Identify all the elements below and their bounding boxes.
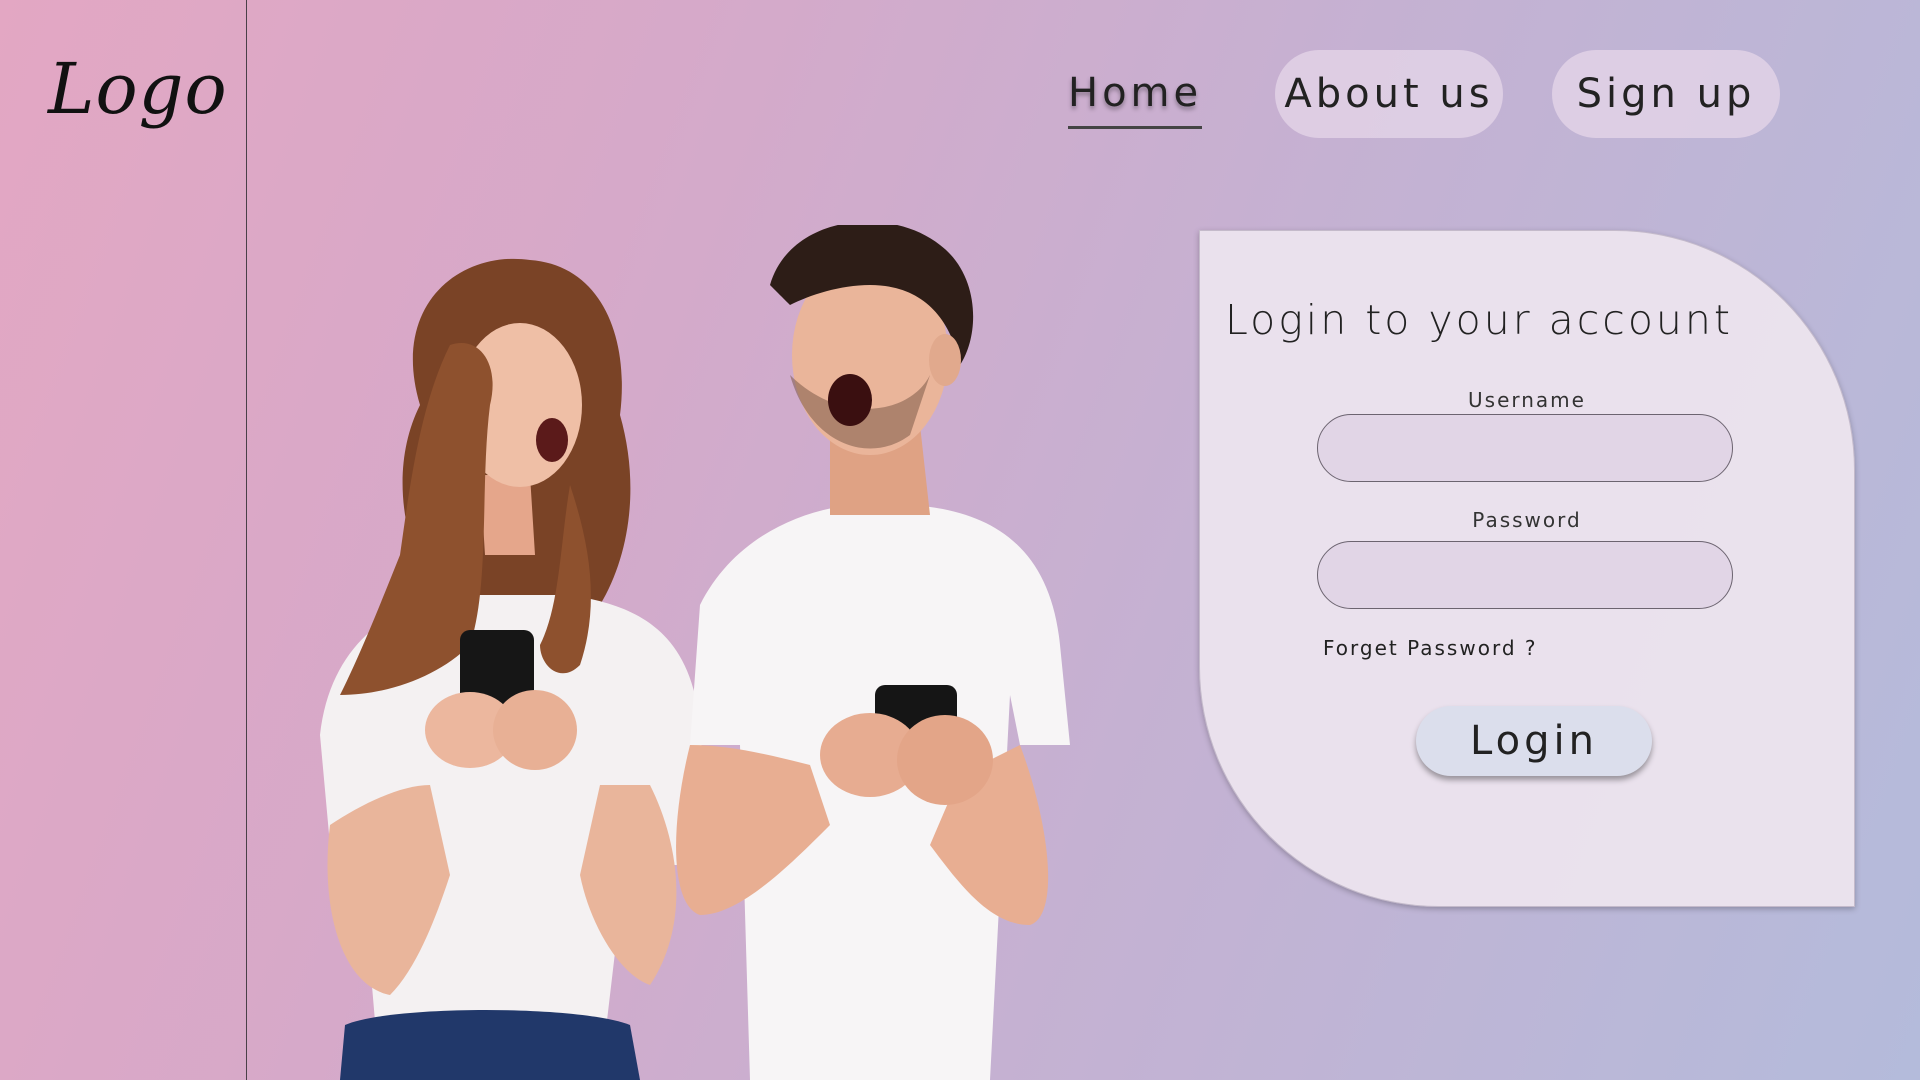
password-input[interactable] — [1317, 541, 1733, 609]
top-nav: Home About us Sign up — [0, 50, 1920, 140]
nav-home-link[interactable]: Home — [1068, 70, 1203, 129]
woman-figure — [320, 258, 710, 1080]
forgot-password-link[interactable]: Forget Password ? — [1323, 636, 1538, 660]
login-title: Login to your account — [1225, 296, 1733, 344]
username-label: Username — [1468, 388, 1586, 412]
hero-illustration — [320, 225, 1070, 1080]
nav-signup-button[interactable]: Sign up — [1552, 50, 1780, 138]
man-figure — [676, 225, 1070, 1080]
password-label: Password — [1472, 508, 1582, 532]
username-input[interactable] — [1317, 414, 1733, 482]
sidebar-divider — [246, 0, 247, 1080]
login-card: Login to your account Username Password … — [1199, 230, 1855, 907]
login-button[interactable]: Login — [1416, 706, 1652, 776]
nav-about-button[interactable]: About us — [1275, 50, 1503, 138]
